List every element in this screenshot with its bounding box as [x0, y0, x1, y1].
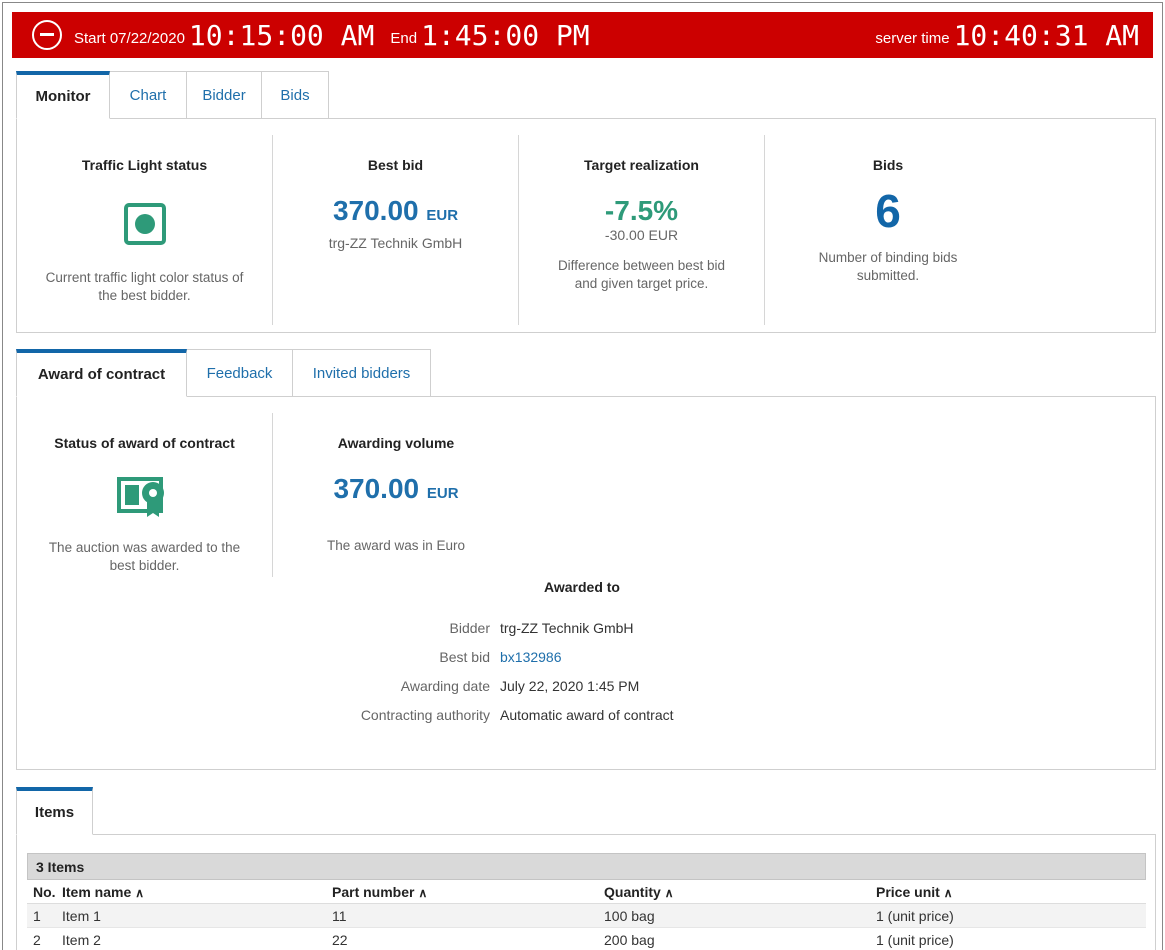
tab-chart[interactable]: Chart [110, 71, 187, 119]
best-bid-bidder: trg-ZZ Technik GmbH [328, 235, 463, 251]
detail-row-best-bid: Best bid bx132986 [300, 642, 674, 671]
end-label: End [390, 29, 418, 47]
best-bid-cell: Best bid 370.00 EUR trg-ZZ Technik GmbH [273, 135, 519, 325]
auction-timer-bar: Start 07/22/2020 10:15:00 AM End 1:45:00… [12, 12, 1153, 58]
column-header-label: Price unit [876, 883, 940, 900]
detail-value: July 22, 2020 1:45 PM [500, 677, 640, 694]
server-time: 10:40:31 AM [953, 18, 1139, 52]
target-realization-cell: Target realization -7.5% -30.00 EUR Diff… [519, 135, 765, 325]
bids-desc: Number of binding bids submitted. [818, 250, 958, 283]
cell-quantity: 200 bag [604, 931, 655, 948]
detail-value: trg-ZZ Technik GmbH [500, 619, 634, 636]
items-tabs: Items [16, 787, 93, 835]
awarding-volume-title: Awarding volume [337, 435, 455, 451]
column-header-label: Item name [62, 883, 132, 900]
cell-item-name: Item 2 [62, 931, 101, 948]
column-header-label: Part number [332, 883, 415, 900]
sort-ascending-icon: ∧ [418, 885, 428, 900]
detail-key: Contracting authority [360, 706, 490, 723]
best-bid-title: Best bid [367, 157, 424, 173]
best-bid-value-wrap: 370.00 EUR [273, 195, 518, 227]
awarded-to-title: Awarded to [544, 579, 620, 595]
items-table-header: No. Item name ∧ Part number ∧ Quantity ∧ Pr… [27, 880, 1146, 904]
awarding-volume-wrap: 370.00 EUR [273, 473, 519, 505]
tab-monitor[interactable]: Monitor [16, 71, 110, 119]
sort-ascending-icon: ∧ [664, 885, 674, 900]
column-header-no: No. [33, 883, 56, 900]
cell-price-unit: 1 (unit price) [876, 931, 954, 948]
sort-ascending-icon: ∧ [135, 885, 145, 900]
tab-award-of-contract[interactable]: Award of contract [16, 349, 187, 397]
stop-circle-icon[interactable] [32, 20, 62, 50]
awarding-volume-desc: The award was in Euro [326, 538, 466, 553]
detail-key: Bidder [449, 619, 490, 636]
cell-part-number: 11 [332, 907, 347, 924]
traffic-light-icon [123, 203, 166, 245]
items-count-caption: 3 Items [27, 853, 1146, 880]
detail-value: Automatic award of contract [500, 706, 674, 723]
best-bid-link[interactable]: bx132986 [500, 649, 562, 665]
traffic-light-title: Traffic Light status [81, 157, 208, 173]
cell-quantity: 100 bag [604, 907, 655, 924]
bids-count: 6 [875, 185, 901, 237]
column-header-quantity[interactable]: Quantity ∧ [604, 884, 876, 900]
detail-key: Awarding date [400, 677, 490, 694]
tab-invited-bidders[interactable]: Invited bidders [293, 349, 431, 397]
bids-count-cell: Bids 6 Number of binding bids submitted. [765, 135, 1011, 325]
column-header-price-unit[interactable]: Price unit ∧ [876, 884, 1146, 900]
items-table: 3 Items No. Item name ∧ Part number ∧ Quan… [27, 853, 1146, 950]
tab-feedback[interactable]: Feedback [187, 349, 293, 397]
target-title: Target realization [584, 157, 699, 173]
detail-row-bidder: Bidder trg-ZZ Technik GmbH [300, 613, 674, 642]
detail-row-awarding-date: Awarding date July 22, 2020 1:45 PM [300, 671, 674, 700]
monitor-panel: Traffic Light status Current traffic lig… [16, 118, 1156, 333]
award-tabs: Award of contract Feedback Invited bidde… [16, 349, 431, 397]
best-bid-currency: EUR [426, 207, 459, 224]
traffic-light-cell: Traffic Light status Current traffic lig… [17, 135, 273, 325]
monitor-tabs: Monitor Chart Bidder Bids [16, 71, 329, 119]
cell-part-number: 22 [332, 931, 348, 948]
award-panel: Status of award of contract The auction … [16, 396, 1156, 770]
column-header-part-number[interactable]: Part number ∧ [332, 884, 604, 900]
award-certificate-icon [116, 475, 173, 519]
cell-no: 1 [33, 907, 41, 924]
traffic-light-desc: Current traffic light color status of th… [45, 270, 244, 303]
awarding-volume-currency: EUR [426, 485, 459, 502]
target-desc: Difference between best bid and given ta… [557, 258, 726, 291]
cell-no: 2 [33, 931, 41, 948]
bids-title: Bids [872, 157, 904, 173]
start-time: 10:15:00 AM [188, 18, 375, 52]
awarded-to-details: Bidder trg-ZZ Technik GmbH Best bid bx13… [300, 613, 674, 729]
tab-items[interactable]: Items [16, 787, 93, 835]
sort-ascending-icon: ∧ [943, 885, 953, 900]
detail-key: Best bid [439, 648, 490, 665]
award-status-desc: The auction was awarded to the best bidd… [48, 540, 241, 573]
cell-item-name: Item 1 [62, 907, 101, 924]
column-header-label: Quantity [604, 883, 661, 900]
awarding-volume-value: 370.00 [333, 473, 420, 504]
target-value: -7.5% [604, 195, 679, 226]
cell-price-unit: 1 (unit price) [876, 907, 954, 924]
start-label: Start 07/22/2020 [74, 29, 185, 47]
column-header-item-name[interactable]: Item name ∧ [62, 884, 332, 900]
best-bid-value: 370.00 [332, 195, 419, 226]
awarding-volume-cell: Awarding volume 370.00 EUR The award was… [273, 413, 519, 577]
tab-bids[interactable]: Bids [262, 71, 329, 119]
target-diff: -30.00 EUR [604, 227, 679, 243]
server-time-label: server time [875, 29, 950, 47]
end-time: 1:45:00 PM [421, 18, 590, 52]
award-status-title: Status of award of contract [54, 435, 235, 451]
detail-row-contracting-authority: Contracting authority Automatic award of… [300, 700, 674, 729]
award-status-cell: Status of award of contract The auction … [17, 413, 273, 577]
tab-bidder[interactable]: Bidder [187, 71, 262, 119]
table-row[interactable]: 2 Item 2 22 200 bag 1 (unit price) [27, 928, 1146, 950]
table-row[interactable]: 1 Item 1 11 100 bag 1 (unit price) [27, 904, 1146, 928]
